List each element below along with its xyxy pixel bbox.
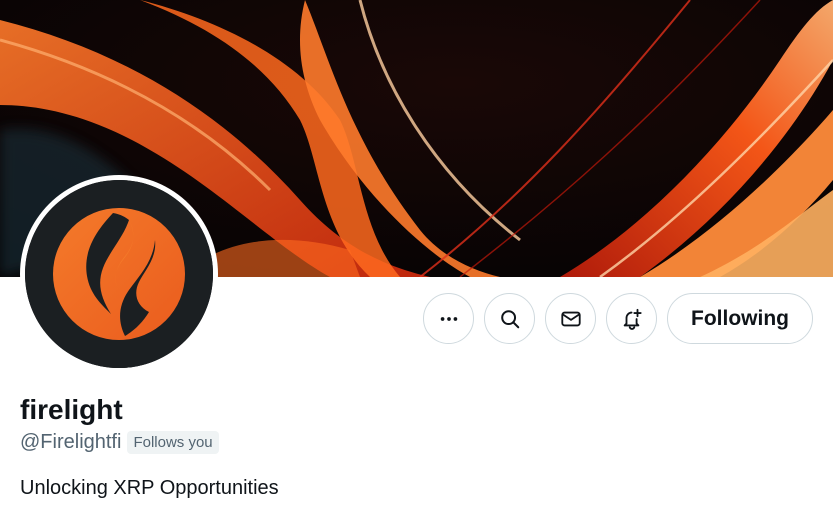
profile-bio: Unlocking XRP Opportunities	[20, 477, 279, 499]
more-button[interactable]	[423, 293, 475, 344]
display-name: firelight	[20, 394, 123, 425]
message-button[interactable]	[545, 293, 597, 344]
firelight-flame-logo	[25, 180, 213, 368]
envelope-icon	[560, 311, 581, 326]
follows-you-badge: Follows you	[127, 431, 219, 454]
search-icon	[500, 309, 519, 328]
profile-actions: Following	[423, 293, 813, 344]
following-button[interactable]: Following	[667, 293, 813, 344]
search-button[interactable]	[484, 293, 536, 344]
avatar[interactable]	[20, 175, 218, 373]
avatar-image	[25, 180, 213, 368]
notifications-button[interactable]	[606, 293, 658, 344]
more-horizontal-icon	[440, 316, 457, 321]
profile-page: Following firelight @Firelightfi Follows…	[0, 0, 833, 514]
bell-plus-icon	[623, 308, 642, 330]
handle-row: @Firelightfi Follows you	[20, 431, 219, 454]
user-handle: @Firelightfi	[20, 431, 122, 453]
